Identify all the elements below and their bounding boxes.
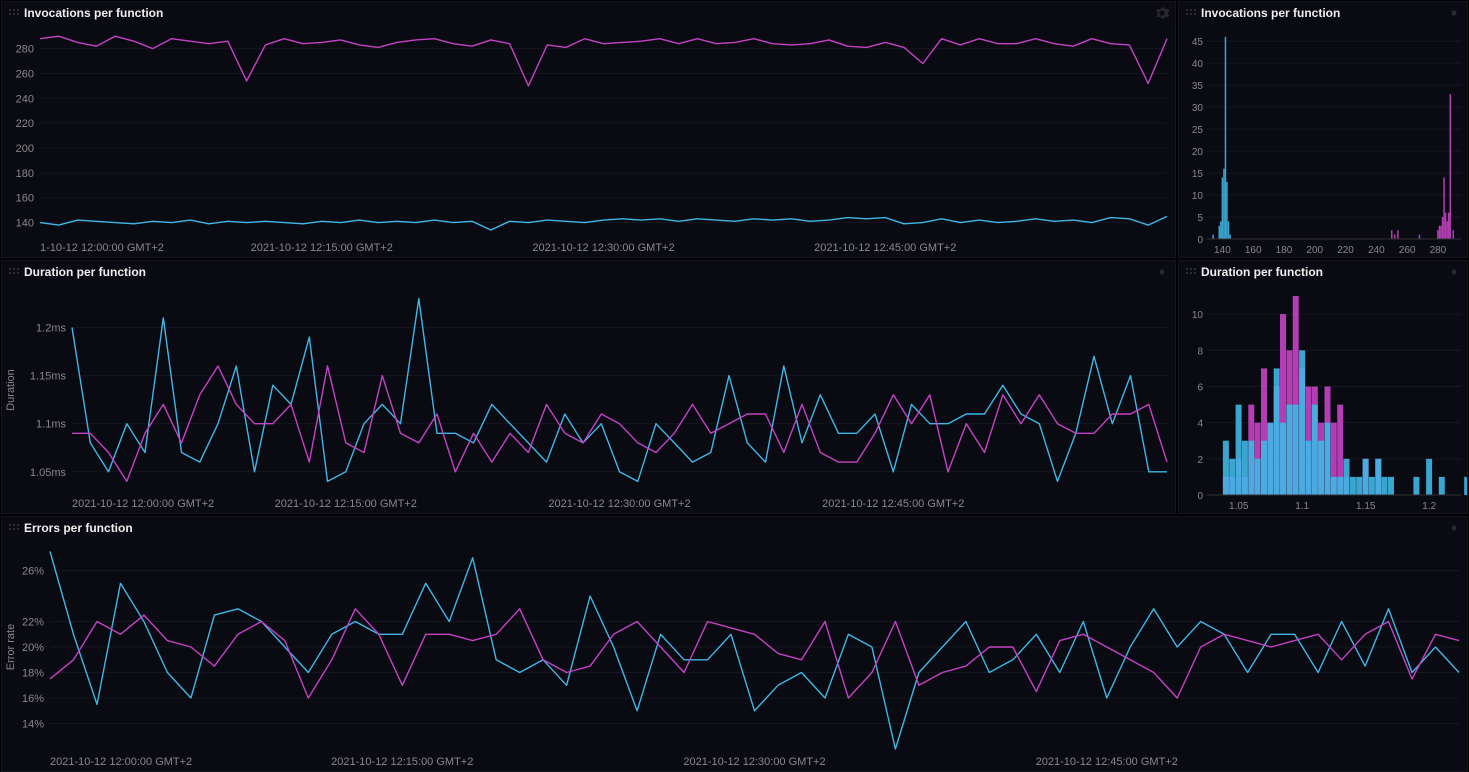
panel-errors-timeseries: Errors per function 14% 16% 18% 20% 22% 26% 20… — [1, 516, 1468, 772]
svg-text:260: 260 — [1399, 245, 1416, 256]
svg-text:1.05: 1.05 — [1229, 501, 1249, 512]
svg-text:20: 20 — [1192, 147, 1204, 158]
svg-text:26%: 26% — [22, 566, 44, 578]
svg-text:240: 240 — [16, 93, 34, 105]
svg-text:260: 260 — [16, 68, 34, 80]
svg-text:22%: 22% — [22, 617, 44, 629]
svg-text:1.05ms: 1.05ms — [30, 467, 67, 479]
svg-text:1.15: 1.15 — [1356, 501, 1376, 512]
drag-grip-icon[interactable] — [1185, 8, 1197, 18]
gear-icon[interactable] — [1155, 6, 1169, 20]
svg-text:4: 4 — [1197, 419, 1203, 430]
svg-text:2021-10-12 12:15:00 GMT+2: 2021-10-12 12:15:00 GMT+2 — [251, 242, 393, 254]
panel-duration-hist: Duration per function 0 2 4 6 8 10 1.05 1.1 1.15… — [1178, 260, 1468, 514]
svg-text:2021-10-12 12:30:00 GMT+2: 2021-10-12 12:30:00 GMT+2 — [548, 498, 690, 510]
svg-text:0: 0 — [1197, 491, 1203, 502]
svg-text:5: 5 — [1197, 213, 1203, 224]
svg-text:40: 40 — [1192, 59, 1204, 70]
svg-text:160: 160 — [1245, 245, 1262, 256]
panel-invocations-timeseries: Invocations per function 140 160 180 200 220… — [1, 1, 1176, 258]
panel-title: Errors per function — [24, 521, 133, 535]
svg-text:180: 180 — [16, 168, 34, 180]
svg-text:25: 25 — [1192, 125, 1204, 136]
svg-text:14%: 14% — [22, 719, 44, 731]
svg-text:200: 200 — [16, 143, 34, 155]
svg-text:1.15ms: 1.15ms — [30, 371, 67, 383]
svg-text:45: 45 — [1192, 37, 1204, 48]
panel-title: Duration per function — [1201, 265, 1323, 279]
chart-duration-ts[interactable]: 1.05ms 1.1ms 1.15ms 1.2ms 2021-10-12 12:00:0… — [2, 283, 1175, 513]
svg-text:2021-10-12 12:45:00 GMT+2: 2021-10-12 12:45:00 GMT+2 — [814, 242, 956, 254]
svg-text:2021-10-12 12:15:00 GMT+2: 2021-10-12 12:15:00 GMT+2 — [275, 498, 417, 510]
panel-invocations-hist: Invocations per function 0 5 10 15 20 25 30 35 4… — [1178, 1, 1468, 258]
svg-text:10: 10 — [1192, 191, 1204, 202]
svg-text:200: 200 — [1306, 245, 1323, 256]
panel-title: Duration per function — [24, 265, 146, 279]
svg-text:8: 8 — [1197, 346, 1203, 357]
svg-text:2021-10-12 12:00:00 GMT+2: 2021-10-12 12:00:00 GMT+2 — [50, 756, 192, 768]
svg-text:180: 180 — [1276, 245, 1293, 256]
drag-grip-icon[interactable] — [8, 523, 20, 533]
svg-text:Error rate: Error rate — [5, 624, 17, 670]
svg-text:30: 30 — [1192, 103, 1204, 114]
chart-invocations-ts[interactable]: 140 160 180 200 220 240 260 280 1-10-12 12:00:00… — [2, 24, 1175, 257]
drag-grip-icon[interactable] — [8, 8, 20, 18]
svg-text:140: 140 — [16, 218, 34, 230]
chart-invocations-hist[interactable]: 0 5 10 15 20 25 30 35 40 45 140 160 180 200 220 240 260 2… — [1179, 24, 1467, 257]
svg-text:20%: 20% — [22, 642, 44, 654]
panel-duration-timeseries: Duration per function 1.05ms1.1ms1.15ms1… — [1, 260, 1176, 514]
svg-text:0: 0 — [1197, 235, 1203, 246]
svg-text:1.2ms: 1.2ms — [36, 322, 66, 334]
svg-text:2021-10-12 12:45:00 GMT+2: 2021-10-12 12:45:00 GMT+2 — [1036, 756, 1178, 768]
gear-icon[interactable] — [1447, 6, 1461, 20]
svg-text:35: 35 — [1192, 81, 1204, 92]
svg-text:140: 140 — [1214, 245, 1231, 256]
panel-title: Invocations per function — [24, 6, 163, 20]
dashboard-grid: Invocations per function 140160180200220… — [0, 0, 1469, 771]
svg-text:1.1ms: 1.1ms — [36, 419, 66, 431]
svg-text:2021-10-12 12:15:00 GMT+2: 2021-10-12 12:15:00 GMT+2 — [331, 756, 473, 768]
svg-text:2021-10-12 12:30:00 GMT+2: 2021-10-12 12:30:00 GMT+2 — [532, 242, 674, 254]
svg-text:280: 280 — [1430, 245, 1447, 256]
svg-text:2021-10-12 12:45:00 GMT+2: 2021-10-12 12:45:00 GMT+2 — [822, 498, 964, 510]
chart-duration-hist[interactable]: 0 2 4 6 8 10 1.05 1.1 1.15 1.2 — [1179, 283, 1467, 513]
svg-text:6: 6 — [1197, 382, 1203, 393]
gear-icon[interactable] — [1447, 265, 1461, 279]
svg-text:2021-10-12 12:00:00 GMT+2: 2021-10-12 12:00:00 GMT+2 — [72, 498, 214, 510]
svg-text:2: 2 — [1197, 455, 1203, 466]
svg-text:280: 280 — [16, 44, 34, 56]
svg-text:2021-10-12 12:30:00 GMT+2: 2021-10-12 12:30:00 GMT+2 — [683, 756, 825, 768]
drag-grip-icon[interactable] — [8, 267, 20, 277]
svg-text:1-10-12 12:00:00 GMT+2: 1-10-12 12:00:00 GMT+2 — [40, 242, 164, 254]
gear-icon[interactable] — [1447, 521, 1461, 535]
svg-text:Duration: Duration — [5, 369, 17, 411]
svg-text:160: 160 — [16, 193, 34, 205]
svg-text:10: 10 — [1192, 310, 1204, 321]
svg-text:16%: 16% — [22, 693, 44, 705]
gear-icon[interactable] — [1155, 265, 1169, 279]
drag-grip-icon[interactable] — [1185, 267, 1197, 277]
svg-text:15: 15 — [1192, 169, 1204, 180]
svg-text:18%: 18% — [22, 668, 44, 680]
svg-text:240: 240 — [1368, 245, 1385, 256]
svg-text:1.2: 1.2 — [1422, 501, 1436, 512]
svg-text:220: 220 — [1337, 245, 1354, 256]
svg-text:1.1: 1.1 — [1295, 501, 1309, 512]
panel-title: Invocations per function — [1201, 6, 1340, 20]
svg-text:220: 220 — [16, 118, 34, 130]
chart-errors-ts[interactable]: 14% 16% 18% 20% 22% 26% 2021-10-12 12:00:00 GM… — [2, 539, 1467, 771]
